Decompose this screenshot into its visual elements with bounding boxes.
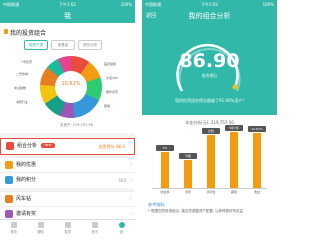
- tab-by-asset[interactable]: 按资产类: [24, 40, 48, 50]
- page-title: 我: [64, 12, 71, 20]
- status-bar: 中国联通 下午1:02 100%: [0, 0, 135, 9]
- pie-label: 医药健康: [104, 62, 117, 66]
- menu-label: 我的优惠: [16, 162, 37, 168]
- chevron-right-icon: ›: [129, 143, 131, 149]
- tab-me[interactable]: 我: [108, 220, 135, 235]
- chart-bar: [253, 133, 261, 188]
- menu-label: 风车钻: [16, 196, 32, 202]
- menu-item-points[interactable]: 我的积分 600 ›: [0, 172, 135, 188]
- analysis-screen: 中国联通 下午1:02 100% 返回 我的组合分析 86.90 组合得分 您的…: [142, 0, 277, 235]
- status-bar: 中国联通 下午1:02 100%: [142, 0, 277, 9]
- chevron-right-icon: ›: [130, 162, 132, 168]
- chart-bar: [161, 152, 169, 188]
- new-badge: NEW: [41, 143, 55, 148]
- menu-value: 组合得分 86.9: [98, 144, 125, 149]
- bar-category-label: 流动性: [206, 190, 216, 194]
- reference-title: 参考指标: [148, 202, 165, 207]
- chart-icon: [6, 142, 14, 150]
- score-value: 86.90: [179, 50, 240, 72]
- nav-bar: 我: [0, 9, 135, 23]
- compass-icon: [64, 222, 71, 228]
- tab-label: 我: [119, 230, 124, 234]
- tab-home[interactable]: 首页: [0, 220, 27, 235]
- coupon-icon: [5, 161, 13, 169]
- chart-title: 本金分析(元): 219,757.56: [185, 120, 234, 125]
- clock-label: 下午1:02: [201, 2, 218, 7]
- windmill-icon: [5, 195, 13, 203]
- bar-value-label: 10.61%: [248, 126, 266, 133]
- chevron-right-icon: ›: [130, 196, 132, 202]
- profile-screen: 中国联通 下午1:02 100% 我 我的投资组合 按资产类 按基金 风险分析 …: [0, 0, 135, 235]
- battery-label: 100%: [120, 2, 132, 7]
- pie-label: 其他: [104, 104, 111, 108]
- portfolio-icon: [4, 29, 8, 34]
- chevron-right-icon: ›: [130, 177, 132, 183]
- tab-discover[interactable]: 发现: [54, 220, 81, 235]
- bar-value-label: 比较: [202, 127, 220, 134]
- bar-category-label: 期限: [230, 190, 237, 194]
- chart-axis: [152, 188, 267, 189]
- section-title: 我的投资组合: [10, 30, 47, 37]
- beat-percent-text: 您的投资组合得分超越了91.80%用户!: [175, 98, 244, 103]
- clock-label: 下午1:02: [59, 2, 76, 7]
- allocation-pie-chart[interactable]: 10.61%: [40, 56, 102, 118]
- bar-value-label: 5年7年: [225, 125, 243, 132]
- bar-value-label: 可能: [179, 153, 197, 160]
- pie-label: 沪深300: [106, 76, 118, 80]
- chart-bar: [230, 132, 238, 188]
- reference-text: • 根据您的投资组合, 建议您调整资产配置, 以获得更好的收益: [148, 209, 244, 213]
- chart-bar: [207, 134, 215, 188]
- portfolio-tabs: 按资产类 按基金 风险分析: [24, 40, 102, 50]
- battery-label: 100%: [262, 2, 274, 7]
- pie-label: 二号债券: [16, 72, 29, 76]
- pie-label: 银华货币: [106, 90, 119, 94]
- menu-item-windmill[interactable]: 风车钻 ›: [0, 191, 135, 207]
- tab-risk[interactable]: 风险分析: [78, 40, 102, 50]
- score-label: 组合得分: [201, 73, 218, 78]
- bar-value-label: 5%: [156, 145, 174, 152]
- user-icon: [118, 222, 125, 228]
- bar-category-label: 收益: [253, 190, 260, 194]
- pie-label: 消费行业: [16, 100, 29, 104]
- tab-label: 发现: [64, 230, 71, 234]
- menu-item-portfolio-analysis[interactable]: 组合分析 NEW 组合得分 86.9 ›: [0, 138, 135, 155]
- pie-label: 中证指数: [14, 86, 27, 90]
- pie-hole: [55, 71, 87, 103]
- tab-finance[interactable]: 理财: [27, 220, 54, 235]
- pie-center-value: 10.61%: [61, 81, 81, 87]
- tab-news[interactable]: 资讯: [81, 220, 108, 235]
- menu-label: 组合分析: [17, 143, 38, 149]
- menu-item-coupons[interactable]: 我的优惠 ›: [0, 157, 135, 173]
- chart-bar: [184, 160, 192, 188]
- tab-by-fund[interactable]: 按基金: [51, 40, 75, 50]
- news-icon: [91, 222, 98, 228]
- nav-bar: 返回 我的组合分析: [142, 9, 277, 23]
- tab-label: 理财: [37, 230, 44, 234]
- tab-label: 资讯: [91, 230, 98, 234]
- gift-icon: [5, 210, 13, 218]
- wallet-icon: [37, 222, 44, 228]
- menu-label: 我的积分: [16, 177, 37, 183]
- total-assets: 总资产: 219,757.56: [60, 123, 93, 127]
- bar-category-label: 风险: [184, 190, 191, 194]
- home-icon: [10, 222, 17, 228]
- page-title: 我的组合分析: [188, 12, 231, 20]
- tab-label: 首页: [10, 230, 17, 234]
- menu-value: 600: [118, 178, 126, 183]
- points-icon: [5, 176, 13, 184]
- bottom-tab-bar: 首页 理财 发现 资讯 我: [0, 219, 135, 235]
- bar-category-label: 收益率: [160, 190, 170, 194]
- pie-label: 一号货币: [20, 60, 33, 64]
